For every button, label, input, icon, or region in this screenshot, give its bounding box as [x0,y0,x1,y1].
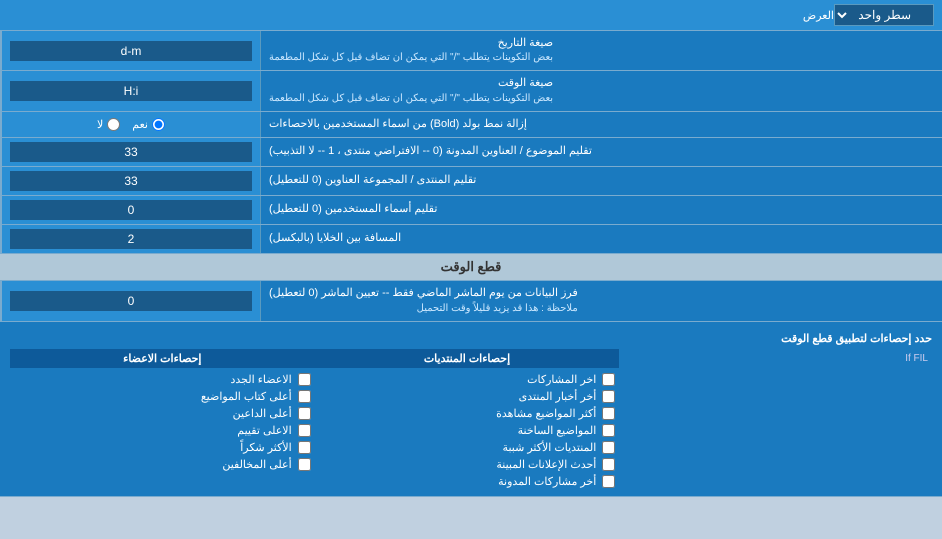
cb-top-inviters-check[interactable] [298,407,311,420]
cb-top-rated-check[interactable] [298,424,311,437]
forum-limit-label: تقليم المنتدى / المجموعة العناوين (0 للت… [260,167,942,195]
cb-top-inviters: أعلى الداعين [10,405,315,422]
cb-most-thankful-check[interactable] [298,441,311,454]
cb-last-posts: اخر المشاركات [315,371,620,388]
time-format-label: صيغة الوقت بعض التكوينات يتطلب "/" التي … [260,71,942,110]
stats-members-header: إحصاءات الاعضاء [10,349,315,368]
cb-forum-news: أخر أخبار المنتدى [315,388,620,405]
users-limit-row: تقليم أسماء المستخدمين (0 للتعطيل) [0,196,942,225]
forum-limit-input-cell [0,167,260,195]
cb-new-members: الاعضاء الجدد [10,371,315,388]
spacing-input-cell [0,225,260,253]
display-row: سطر واحد سطران ثلاثة أسطر العرض [0,0,942,31]
stats-forums-header: إحصاءات المنتديات [315,349,620,368]
date-format-input[interactable] [10,41,252,61]
titles-limit-input[interactable] [10,142,252,162]
titles-limit-label: تقليم الموضوع / العناوين المدونة (0 -- ا… [260,138,942,166]
bold-no-label[interactable]: لا [97,118,120,131]
time-cutoff-header: قطع الوقت [0,254,942,281]
cb-hot-topics: المواضيع الساخنة [315,422,620,439]
cb-hot-topics-check[interactable] [602,424,615,437]
time-cutoff-input-cell [0,281,260,320]
bold-remove-row: إزالة نمط بولد (Bold) من اسماء المستخدمي… [0,112,942,138]
cb-last-posts-check[interactable] [602,373,615,386]
bold-yes-label[interactable]: نعم [132,118,165,131]
stats-members-col: إحصاءات الاعضاء الاعضاء الجدد أعلى كتاب … [10,349,315,490]
cb-latest-announcements-check[interactable] [602,458,615,471]
display-dropdown[interactable]: سطر واحد سطران ثلاثة أسطر [834,4,934,26]
spacing-row: المسافة بين الخلايا (بالبكسل) [0,225,942,254]
stats-empty-col: If FIL [619,349,932,490]
bold-remove-radio-group: نعم لا [97,118,165,131]
forum-limit-row: تقليم المنتدى / المجموعة العناوين (0 للت… [0,167,942,196]
date-format-label: صيغة التاريخ بعض التكوينات يتطلب "/" الت… [260,31,942,70]
time-format-row: صيغة الوقت بعض التكوينات يتطلب "/" التي … [0,71,942,111]
bold-remove-input-cell: نعم لا [0,112,260,137]
bold-no-radio[interactable] [107,118,120,131]
if-fil-text: If FIL [623,353,928,364]
titles-limit-row: تقليم الموضوع / العناوين المدونة (0 -- ا… [0,138,942,167]
time-cutoff-label: فرز البيانات من يوم الماشر الماضي فقط --… [260,281,942,320]
users-limit-input[interactable] [10,200,252,220]
cb-new-members-check[interactable] [298,373,311,386]
date-format-row: صيغة التاريخ بعض التكوينات يتطلب "/" الت… [0,31,942,71]
cb-top-posters-check[interactable] [298,390,311,403]
spacing-input[interactable] [10,229,252,249]
cb-most-popular-forums-check[interactable] [602,441,615,454]
bold-yes-radio[interactable] [152,118,165,131]
cb-forum-news-check[interactable] [602,390,615,403]
display-label: العرض [8,9,834,22]
cb-top-rated: الاعلى تقييم [10,422,315,439]
time-cutoff-row: فرز البيانات من يوم الماشر الماضي فقط --… [0,281,942,321]
time-cutoff-input[interactable] [10,291,252,311]
cb-blog-posts: أخر مشاركات المدونة [315,473,620,490]
cb-most-viewed: أكثر المواضيع مشاهدة [315,405,620,422]
cb-top-posters: أعلى كتاب المواضيع [10,388,315,405]
cb-most-popular-forums: المنتديات الأكثر شببة [315,439,620,456]
spacing-label: المسافة بين الخلايا (بالبكسل) [260,225,942,253]
cb-latest-announcements: أحدث الإعلانات المبينة [315,456,620,473]
cb-most-viewed-check[interactable] [602,407,615,420]
stats-main-label: حدد إحصاءات لتطبيق قطع الوقت [10,328,932,349]
stats-header-row: حدد إحصاءات لتطبيق قطع الوقت [10,328,932,349]
cb-top-violators-check[interactable] [298,458,311,471]
time-format-input-cell [0,71,260,110]
cb-top-violators: أعلى المخالفين [10,456,315,473]
cb-blog-posts-check[interactable] [602,475,615,488]
stats-section: حدد إحصاءات لتطبيق قطع الوقت If FIL إحصا… [0,322,942,497]
date-format-input-cell [0,31,260,70]
titles-limit-input-cell [0,138,260,166]
users-limit-label: تقليم أسماء المستخدمين (0 للتعطيل) [260,196,942,224]
bold-remove-label: إزالة نمط بولد (Bold) من اسماء المستخدمي… [260,112,942,137]
time-format-input[interactable] [10,81,252,101]
stats-forums-col: إحصاءات المنتديات اخر المشاركات أخر أخبا… [315,349,620,490]
stats-columns-wrapper: If FIL إحصاءات المنتديات اخر المشاركات أ… [10,349,932,490]
cb-most-thankful: الأكثر شكراً [10,439,315,456]
forum-limit-input[interactable] [10,171,252,191]
users-limit-input-cell [0,196,260,224]
